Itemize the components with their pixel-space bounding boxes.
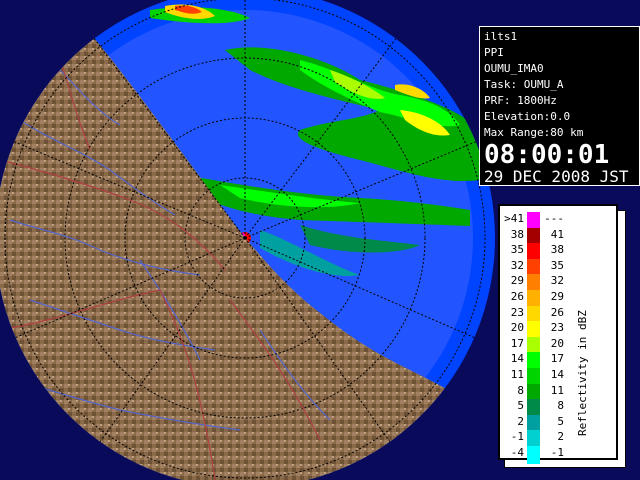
legend-color-swatch	[527, 446, 540, 464]
legend-low-value: 17	[510, 336, 524, 350]
volume-name: OUMU_IMA0	[484, 62, 544, 75]
legend-low-value: 11	[510, 368, 524, 381]
legend-low-value: 8	[517, 383, 524, 397]
legend-low-value: 32	[510, 258, 524, 272]
site-name: ilts1	[484, 30, 518, 43]
legend-low-value: 26	[510, 290, 524, 303]
legend-high-value: 8	[557, 399, 564, 413]
legend-high-value: -1	[550, 446, 564, 459]
legend-high-value: 35	[550, 258, 564, 272]
legend-low-value: 29	[510, 274, 524, 288]
legend-row: -4 -1	[500, 446, 584, 464]
legend-high-value: 20	[550, 336, 564, 350]
legend-unit-label: Reflectivity in dBZ	[576, 310, 589, 436]
legend-high-value: 14	[550, 368, 564, 381]
product-type: PPI	[484, 46, 504, 59]
legend-low-value: >41	[504, 212, 524, 225]
legend-high-value: 2	[557, 430, 564, 444]
legend-high-value: 17	[550, 352, 564, 366]
scan-time: 08:00:01	[484, 140, 610, 170]
legend-high-value: 26	[550, 305, 564, 319]
legend-low-value: 5	[517, 399, 524, 413]
color-legend: >41 --- 38 41 35 38 32 35 29 32 26 29 23 26 20 23 17 20 14…	[498, 204, 618, 464]
legend-low-value: -1	[510, 430, 524, 444]
legend-high-value: 29	[550, 290, 564, 303]
prf-value: PRF: 1800Hz	[484, 94, 557, 107]
info-panel: ilts1 PPI OUMU_IMA0 Task: OUMU_A PRF: 18…	[479, 26, 640, 186]
legend-high-value: 11	[550, 383, 564, 397]
legend-high-value: 23	[550, 321, 564, 335]
legend-low-value: 38	[510, 227, 524, 241]
legend-high-value: 41	[550, 227, 564, 241]
scan-date: 29 DEC 2008 JST	[484, 167, 629, 186]
legend-high-value: ---	[544, 212, 564, 225]
elevation-value: Elevation:0.0	[484, 110, 571, 123]
radar-display: ilts1 PPI OUMU_IMA0 Task: OUMU_A PRF: 18…	[0, 0, 640, 480]
legend-high-value: 32	[550, 274, 564, 288]
legend-high-value: 5	[557, 414, 564, 428]
max-range-value: Max Range:80 km	[484, 126, 584, 139]
task-name: Task: OUMU_A	[484, 78, 564, 91]
legend-low-value: -4	[510, 446, 524, 459]
legend-low-value: 2	[517, 414, 524, 428]
legend-low-value: 14	[510, 352, 524, 366]
legend-low-value: 20	[510, 321, 524, 335]
legend-low-value: 23	[510, 305, 524, 319]
legend-high-value: 38	[550, 243, 564, 257]
legend-low-value: 35	[510, 243, 524, 257]
